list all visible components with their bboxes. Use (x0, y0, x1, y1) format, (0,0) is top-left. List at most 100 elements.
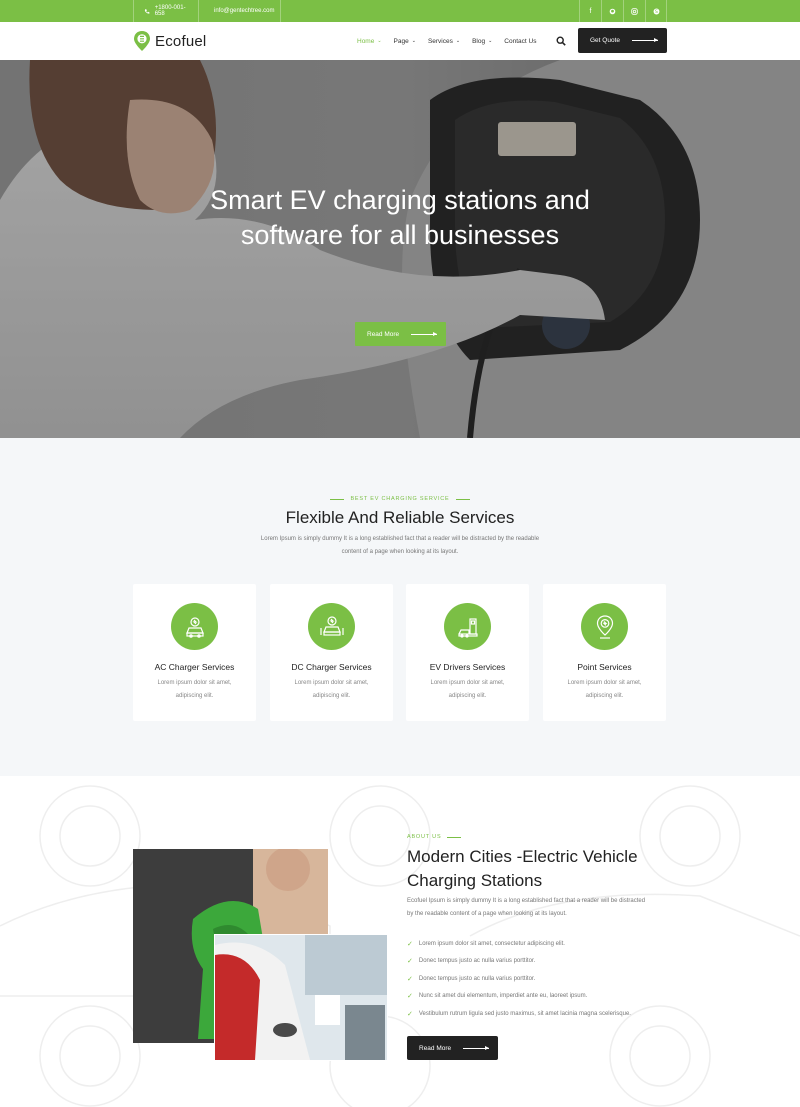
service-card-point[interactable]: Point Services Lorem ipsum dolor sit ame… (543, 584, 666, 721)
check-icon: ✓ (407, 958, 413, 966)
about-section: ABOUT US Modern Cities -Electric Vehicle… (0, 776, 800, 1107)
car-pattern-background (0, 785, 800, 1107)
chevron-down-icon: ⌄ (455, 38, 461, 44)
service-card-ac[interactable]: AC Charger Services Lorem ipsum dolor si… (133, 584, 256, 721)
services-intro-line2: content of a page when looking at its la… (341, 549, 459, 555)
about-eyebrow: ABOUT US (407, 834, 462, 840)
list-item-text: Vestibulum rutrum ligula sed justo maxim… (418, 1010, 631, 1017)
about-paragraph: Ecofuel Ipsum is simply dummy It is a lo… (407, 895, 669, 921)
service-card-title: AC Charger Services (154, 662, 235, 672)
site-logo[interactable]: Ecofuel (133, 30, 206, 52)
desc-line2: adipiscing elit. (585, 693, 624, 699)
list-item-text: Nunc sit amet dui elementum, imperdiet a… (418, 993, 588, 1000)
search-icon[interactable] (556, 36, 566, 46)
list-item-text: Lorem ipsum dolor sit amet, consectetur … (418, 940, 565, 947)
desc-line2: adipiscing elit. (175, 693, 214, 699)
about-eyebrow-text: ABOUT US (407, 834, 442, 840)
hero-title: Smart EV charging stations and software … (0, 183, 800, 253)
nav-item-label: Services (427, 37, 453, 45)
phone-icon (144, 8, 150, 14)
main-nav: Home ⌄ Page ⌄ Services ⌄ Blog ⌄ Contact Us (357, 22, 548, 60)
about-para-line1: Ecofuel Ipsum is simply dummy It is a lo… (407, 898, 646, 904)
check-icon: ✓ (407, 975, 413, 983)
charging-point-icon (581, 603, 628, 650)
service-card-title: DC Charger Services (291, 662, 372, 672)
service-card-desc: Lorem ipsum dolor sit amet, adipiscing e… (286, 677, 377, 703)
list-item-text: Donec tempus justo ac nulla varius portt… (418, 975, 536, 982)
services-title: Flexible And Reliable Services (285, 508, 515, 527)
social-links: f S (579, 0, 667, 22)
nav-item-page[interactable]: Page ⌄ (394, 38, 416, 45)
phone-contact[interactable]: +1800-001-658 (133, 0, 199, 22)
nav-item-home[interactable]: Home ⌄ (357, 38, 382, 45)
services-intro: Lorem Ipsum is simply dummy It is a long… (245, 533, 555, 559)
check-icon: ✓ (407, 940, 413, 948)
hero-read-more-label: Read More (367, 330, 400, 338)
desc-line1: Lorem ipsum dolor sit amet, (157, 680, 232, 686)
services-intro-line1: Lorem Ipsum is simply dummy It is a long… (260, 536, 540, 542)
about-feature-list: ✓ Lorem ipsum dolor sit amet, consectetur… (407, 935, 631, 1023)
arrow-right-icon (632, 38, 658, 42)
logo-text: Ecofuel (155, 32, 207, 50)
ac-charger-icon (171, 603, 218, 650)
chevron-down-icon: ⌄ (411, 38, 416, 44)
instagram-icon[interactable] (623, 0, 645, 22)
list-item: ✓ Vestibulum rutrum ligula sed justo maxi… (407, 1005, 631, 1023)
email-address: info@gentechtree.com (214, 8, 275, 14)
nav-item-label: Contact Us (504, 37, 537, 45)
hero-title-line2: software for all businesses (240, 220, 560, 250)
desc-line1: Lorem ipsum dolor sit amet, (567, 680, 642, 686)
about-para-line2: by the readable content of a page when l… (407, 911, 567, 917)
nav-item-services[interactable]: Services ⌄ (428, 38, 460, 45)
desc-line1: Lorem ipsum dolor sit amet, (294, 680, 369, 686)
about-read-more-button[interactable]: Read More (407, 1036, 498, 1060)
about-read-more-label: Read More (419, 1044, 452, 1052)
top-bar: +1800-001-658 info@gentechtree.com f S (0, 0, 800, 22)
skype-icon[interactable]: S (645, 0, 667, 22)
get-quote-button[interactable]: Get Quote (578, 28, 667, 53)
chevron-down-icon: ⌄ (377, 38, 382, 44)
chevron-down-icon: ⌄ (488, 38, 493, 44)
desc-line2: adipiscing elit. (312, 693, 351, 699)
arrow-right-icon (463, 1045, 490, 1050)
phone-number: +1800-001-658 (154, 5, 186, 17)
desc-line1: Lorem ipsum dolor sit amet, (430, 680, 505, 686)
about-photo-car-charging (214, 934, 388, 1061)
list-item: ✓ Donec tempus justo ac nulla varius port… (407, 970, 631, 988)
nav-item-label: Page (393, 37, 409, 45)
hero-section: Smart EV charging stations and software … (0, 60, 800, 438)
main-header: Ecofuel Home ⌄ Page ⌄ Services ⌄ Blog ⌄ Contact … (0, 22, 800, 60)
nav-item-label: Blog (472, 37, 486, 45)
facebook-icon[interactable]: f (579, 0, 601, 22)
ecofuel-logo-icon (134, 31, 150, 51)
check-icon: ✓ (407, 1010, 413, 1018)
divider-line (447, 836, 462, 838)
svg-text:S: S (655, 9, 658, 15)
services-eyebrow: BEST EV CHARGING SERVICE (0, 496, 800, 502)
about-title-line2: Charging Stations (407, 871, 543, 890)
about-title: Modern Cities -Electric Vehicle Charging… (407, 845, 687, 893)
dc-charger-icon (308, 603, 355, 650)
service-card-desc: Lorem ipsum dolor sit amet, adipiscing e… (559, 677, 650, 703)
service-card-title: EV Drivers Services (429, 662, 506, 672)
nav-item-blog[interactable]: Blog ⌄ (472, 38, 492, 45)
hero-read-more-button[interactable]: Read More (355, 322, 446, 346)
divider-line (455, 498, 470, 500)
get-quote-label: Get Quote (590, 37, 620, 44)
nav-item-label: Home (357, 37, 375, 45)
service-card-drivers[interactable]: EV Drivers Services Lorem ipsum dolor si… (406, 584, 529, 721)
list-item: ✓ Nunc sit amet dui elementum, imperdiet … (407, 988, 631, 1006)
divider-line (330, 498, 345, 500)
service-card-desc: Lorem ipsum dolor sit amet, adipiscing e… (149, 677, 240, 703)
list-item: ✓ Donec tempus justo ac nulla varius port… (407, 953, 631, 971)
desc-line2: adipiscing elit. (448, 693, 487, 699)
ev-drivers-icon (444, 603, 491, 650)
email-contact[interactable]: info@gentechtree.com (199, 0, 281, 22)
about-title-line1: Modern Cities -Electric Vehicle (407, 847, 638, 866)
github-icon[interactable] (601, 0, 623, 22)
hero-title-line1: Smart EV charging stations and (210, 185, 590, 215)
service-card-desc: Lorem ipsum dolor sit amet, adipiscing e… (422, 677, 513, 703)
services-eyebrow-text: BEST EV CHARGING SERVICE (350, 496, 450, 502)
service-card-dc[interactable]: DC Charger Services Lorem ipsum dolor si… (270, 584, 393, 721)
nav-item-contact-us[interactable]: Contact Us (504, 38, 536, 45)
